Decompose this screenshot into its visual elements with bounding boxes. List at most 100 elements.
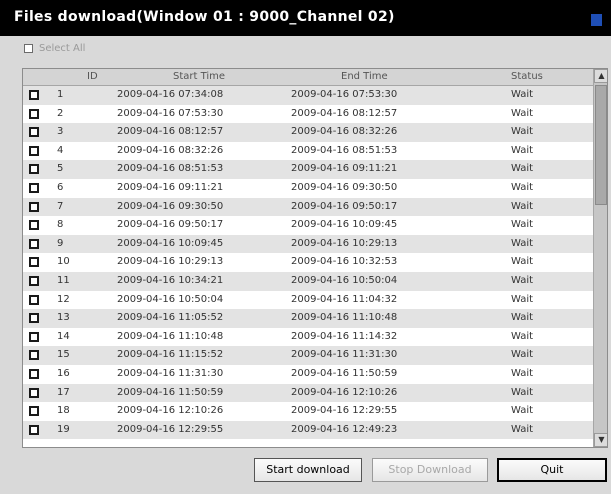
row-status: Wait [511, 89, 534, 100]
row-start-time: 2009-04-16 09:11:21 [117, 181, 224, 193]
table-row[interactable]: 17 2009-04-16 11:50:59 2009-04-16 12:10:26… [23, 383, 593, 403]
row-end-time: 2009-04-16 12:29:55 [291, 405, 398, 417]
row-checkbox[interactable] [29, 220, 39, 231]
stop-download-button[interactable]: Stop Download [372, 458, 488, 482]
table-row[interactable]: 14 2009-04-16 11:10:48 2009-04-16 11:14:32… [23, 328, 593, 347]
quit-button[interactable]: Quit [497, 458, 607, 482]
table-row[interactable]: 19 2009-04-16 12:29:55 2009-04-16 12:49:23… [23, 420, 593, 440]
row-end-time: 2009-04-16 12:49:23 [291, 423, 398, 435]
row-status: Wait [511, 293, 534, 305]
row-checkbox[interactable] [29, 201, 39, 212]
row-id: 10 [57, 256, 70, 268]
header-status: Status [511, 71, 543, 82]
table-row[interactable]: 4 2009-04-16 08:32:26 2009-04-16 08:51:53 W… [23, 142, 593, 161]
row-end-time: 2009-04-16 11:04:32 [291, 293, 398, 305]
table-row[interactable]: 3 2009-04-16 08:12:57 2009-04-16 08:32:26 W… [23, 123, 593, 142]
row-checkbox[interactable] [29, 182, 39, 193]
row-end-time: 2009-04-16 11:10:48 [291, 312, 398, 324]
select-all-option[interactable]: Select All [24, 40, 85, 56]
start-download-button[interactable]: Start download [254, 458, 362, 482]
row-id: 12 [57, 293, 70, 305]
row-checkbox[interactable] [29, 294, 39, 305]
row-checkbox[interactable] [29, 127, 39, 138]
row-end-time: 2009-04-16 09:50:17 [291, 200, 398, 212]
row-status: Wait [511, 330, 534, 342]
row-status: Wait [511, 405, 534, 417]
table-row[interactable]: 18 2009-04-16 12:10:26 2009-04-16 12:29:55… [23, 402, 593, 421]
header-end-time: End Time [341, 71, 388, 82]
row-start-time: 2009-04-16 12:10:26 [117, 405, 224, 417]
row-end-time: 2009-04-16 09:11:21 [291, 163, 398, 175]
row-end-time: 2009-04-16 12:10:26 [291, 386, 398, 398]
row-status: Wait [511, 423, 534, 435]
row-checkbox[interactable] [29, 387, 39, 398]
row-start-time: 2009-04-16 11:05:52 [117, 312, 224, 324]
row-checkbox[interactable] [29, 108, 39, 119]
row-checkbox[interactable] [29, 145, 39, 156]
row-checkbox[interactable] [29, 368, 39, 379]
row-checkbox[interactable] [29, 424, 39, 435]
row-id: 6 [57, 181, 64, 193]
table-row[interactable]: 12 2009-04-16 10:50:04 2009-04-16 11:04:32… [23, 291, 593, 310]
row-start-time: 2009-04-16 10:09:45 [117, 237, 224, 249]
row-id: 5 [57, 163, 64, 175]
row-checkbox[interactable] [29, 90, 39, 100]
table-row[interactable]: 16 2009-04-16 11:31:30 2009-04-16 11:50:59… [23, 365, 593, 384]
row-checkbox[interactable] [29, 257, 39, 268]
row-start-time: 2009-04-16 11:15:52 [117, 349, 224, 361]
table-row[interactable]: 2 2009-04-16 07:53:30 2009-04-16 08:12:57 W… [23, 105, 593, 124]
table-row[interactable]: 8 2009-04-16 09:50:17 2009-04-16 10:09:45 W… [23, 216, 593, 235]
table-row[interactable]: 11 2009-04-16 10:34:21 2009-04-16 10:50:04… [23, 271, 593, 291]
row-id: 9 [57, 237, 64, 249]
row-end-time: 2009-04-16 10:50:04 [291, 274, 398, 286]
row-end-time: 2009-04-16 11:50:59 [291, 367, 398, 379]
row-start-time: 2009-04-16 12:29:55 [117, 423, 224, 435]
scrollbar-thumb[interactable] [595, 85, 607, 205]
table-row[interactable]: 1 2009-04-16 07:34:08 2009-04-16 07:53:30 W… [23, 86, 593, 105]
row-checkbox[interactable] [29, 313, 39, 324]
row-start-time: 2009-04-16 07:53:30 [117, 107, 224, 119]
row-status: Wait [511, 144, 534, 156]
title-accent-icon [591, 14, 602, 26]
row-checkbox[interactable] [29, 238, 39, 249]
row-id: 7 [57, 200, 64, 212]
table-row[interactable]: 9 2009-04-16 10:09:45 2009-04-16 10:29:13 W… [23, 234, 593, 254]
row-id: 19 [57, 423, 70, 435]
table-header: ID Start Time End Time Status [23, 69, 593, 86]
row-start-time: 2009-04-16 11:50:59 [117, 386, 224, 398]
table-row[interactable]: 6 2009-04-16 09:11:21 2009-04-16 09:30:50 W… [23, 179, 593, 198]
select-all-label: Select All [39, 42, 86, 54]
row-id: 1 [57, 89, 64, 100]
vertical-scrollbar[interactable]: ▲ ▼ [593, 69, 607, 447]
table-row[interactable]: 5 2009-04-16 08:51:53 2009-04-16 09:11:21 W… [23, 160, 593, 179]
table-row[interactable]: 7 2009-04-16 09:30:50 2009-04-16 09:50:17 W… [23, 197, 593, 217]
row-checkbox[interactable] [29, 164, 39, 175]
files-download-dialog: Files download(Window 01 : 9000_Channel … [0, 0, 611, 494]
row-checkbox[interactable] [29, 350, 39, 361]
table-row[interactable]: 13 2009-04-16 11:05:52 2009-04-16 11:10:48… [23, 309, 593, 328]
title-bar[interactable]: Files download(Window 01 : 9000_Channel … [0, 0, 611, 36]
row-end-time: 2009-04-16 09:30:50 [291, 181, 398, 193]
row-end-time: 2009-04-16 08:12:57 [291, 107, 398, 119]
row-end-time: 2009-04-16 11:31:30 [291, 349, 398, 361]
row-id: 18 [57, 405, 70, 417]
row-checkbox[interactable] [29, 275, 39, 286]
row-id: 4 [57, 144, 64, 156]
scroll-down-icon[interactable]: ▼ [594, 433, 607, 447]
table-row[interactable]: 10 2009-04-16 10:29:13 2009-04-16 10:32:53… [23, 253, 593, 272]
row-status: Wait [511, 107, 534, 119]
header-id: ID [87, 71, 98, 82]
row-checkbox[interactable] [29, 406, 39, 417]
table-row[interactable]: 15 2009-04-16 11:15:52 2009-04-16 11:31:30… [23, 346, 593, 365]
row-start-time: 2009-04-16 08:32:26 [117, 144, 224, 156]
select-all-checkbox[interactable] [24, 43, 33, 53]
scroll-up-icon[interactable]: ▲ [594, 69, 607, 83]
row-checkbox[interactable] [29, 331, 39, 342]
row-status: Wait [511, 349, 534, 361]
row-start-time: 2009-04-16 08:51:53 [117, 163, 224, 175]
row-status: Wait [511, 274, 534, 286]
row-end-time: 2009-04-16 10:09:45 [291, 219, 398, 231]
row-start-time: 2009-04-16 10:50:04 [117, 293, 224, 305]
row-end-time: 2009-04-16 10:32:53 [291, 256, 398, 268]
row-status: Wait [511, 181, 534, 193]
